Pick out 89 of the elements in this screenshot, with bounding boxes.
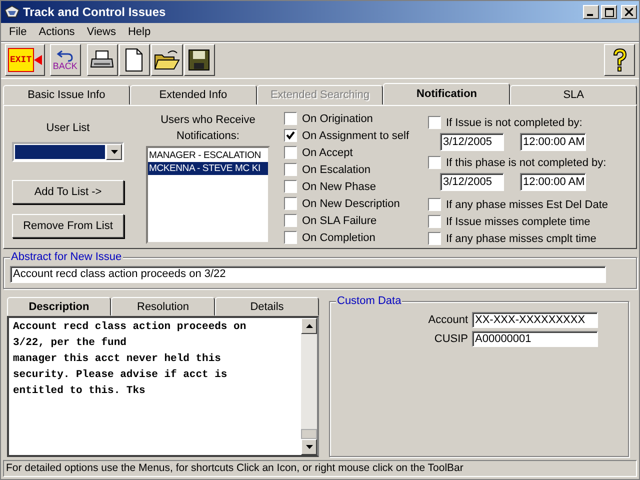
abstract-field[interactable]: Account recd class action proceeds on 3/22 — [10, 266, 606, 283]
new-document-button[interactable] — [118, 44, 150, 76]
checkbox-label: On Completion — [302, 232, 376, 244]
print-button[interactable] — [86, 44, 118, 76]
checkbox[interactable] — [428, 215, 441, 228]
checkbox-label: If any phase misses Est Del Date — [446, 198, 608, 210]
checkbox-label: If Issue misses complete time — [446, 216, 590, 228]
checkbox[interactable] — [284, 180, 297, 193]
description-textarea[interactable]: Account recd class action proceeds on 3/22, per the fund manager this acct never held this security. Please advise if acct is entitled to this. Tks — [7, 316, 319, 457]
user-dropdown[interactable] — [12, 142, 124, 162]
text-field[interactable]: A00000001 — [472, 331, 598, 347]
list-item[interactable]: MCKENNA - STEVE MC KI — [148, 162, 268, 175]
tab[interactable]: Extended Info — [130, 85, 257, 105]
menu-item[interactable]: Help — [122, 26, 157, 38]
text-field[interactable]: XX-XXX-XXXXXXXXX — [472, 312, 598, 328]
up-arrow-icon — [306, 324, 312, 328]
close-button[interactable] — [621, 5, 637, 19]
printer-icon — [90, 50, 114, 70]
arrow-icon — [34, 55, 42, 65]
group-legend: Abstract for New Issue — [10, 251, 123, 263]
tab[interactable]: SLA — [510, 85, 637, 105]
checkbox[interactable] — [284, 112, 297, 125]
checkbox[interactable] — [284, 197, 297, 210]
close-icon — [625, 8, 633, 16]
down-arrow-icon — [306, 445, 312, 449]
checkbox[interactable] — [428, 116, 441, 129]
checkbox-label: On Assignment to self — [302, 130, 409, 142]
scroll-thumb[interactable] — [301, 429, 317, 439]
tab[interactable]: Resolution — [111, 297, 215, 316]
checkbox-label: On Origination — [302, 112, 373, 124]
time-field[interactable]: 12:00:00 AM — [520, 133, 586, 151]
back-arrow-icon — [56, 50, 74, 62]
open-button[interactable] — [150, 44, 183, 76]
minimize-button[interactable] — [583, 5, 599, 19]
help-button[interactable] — [604, 44, 635, 76]
back-button[interactable]: BACK — [50, 44, 81, 76]
text-line: manager this acct never held this — [13, 352, 222, 367]
checkbox-label: On SLA Failure — [302, 214, 377, 226]
exit-button[interactable]: EXIT — [5, 44, 45, 76]
text-line: 3/22, per the fund — [13, 336, 128, 351]
save-button[interactable] — [184, 44, 215, 76]
checkbox[interactable] — [428, 198, 441, 211]
checkbox[interactable] — [284, 146, 297, 159]
add-to-list-button[interactable]: Add To List -> — [12, 180, 124, 204]
menu-item[interactable]: Views — [80, 26, 122, 38]
window-title: Track and Control Issues — [23, 5, 167, 19]
field-label: Account — [428, 314, 468, 326]
menu-item[interactable]: Actions — [32, 26, 81, 38]
checkbox-label: If this phase is not completed by: — [446, 156, 606, 168]
date-field[interactable]: 3/12/2005 — [440, 133, 504, 151]
checkbox-label: On New Description — [302, 198, 400, 210]
checkbox[interactable] — [428, 156, 441, 169]
menu-item[interactable]: File — [3, 26, 33, 38]
text-line: security. Please advise if acct is — [13, 368, 228, 383]
date-field[interactable]: 3/12/2005 — [440, 173, 504, 191]
exit-sign-label: EXIT — [8, 48, 34, 72]
maximize-button[interactable] — [601, 5, 617, 19]
checkbox[interactable] — [284, 231, 297, 244]
back-label: BACK — [52, 62, 78, 70]
app-icon — [4, 4, 20, 20]
checkbox[interactable] — [284, 214, 297, 227]
user-list-label: User List — [45, 122, 91, 134]
group-legend: Custom Data — [336, 295, 402, 307]
checkbox-label: If any phase misses cmplt time — [446, 232, 596, 244]
tab[interactable]: Description — [7, 297, 111, 316]
tab[interactable]: Basic Issue Info — [3, 85, 130, 105]
document-icon — [125, 48, 144, 72]
checkbox-label: If Issue is not completed by: — [446, 116, 582, 128]
list-item[interactable]: MANAGER - ESCALATION — [148, 149, 268, 162]
field-label: CUSIP — [434, 333, 468, 345]
tab[interactable]: Details — [215, 297, 319, 316]
text-line: Account recd class action proceeds on — [13, 320, 248, 335]
remove-from-list-button[interactable]: Remove From List — [12, 214, 124, 238]
recipients-label: Users who Receive Notifications: — [160, 113, 256, 144]
checkbox-label: On Accept — [302, 146, 353, 158]
checkbox-label: On New Phase — [302, 180, 376, 192]
caret-icon — [110, 150, 118, 154]
question-mark-icon — [610, 47, 628, 73]
folder-icon — [154, 49, 180, 71]
maximize-icon — [604, 8, 614, 16]
scrollbar[interactable] — [301, 318, 317, 455]
text-line: entitled to this. Tks — [13, 384, 146, 399]
status-bar: For detailed options use the Menus, for shortcuts Click an Icon, or right mouse click on the ToolBar — [3, 460, 637, 477]
time-field[interactable]: 12:00:00 AM — [520, 173, 586, 191]
tab[interactable]: Notification — [383, 83, 510, 105]
checkbox[interactable] — [428, 232, 441, 245]
checkbox[interactable] — [284, 129, 297, 142]
checkbox-label: On Escalation — [302, 164, 370, 176]
checkbox[interactable] — [284, 163, 297, 176]
